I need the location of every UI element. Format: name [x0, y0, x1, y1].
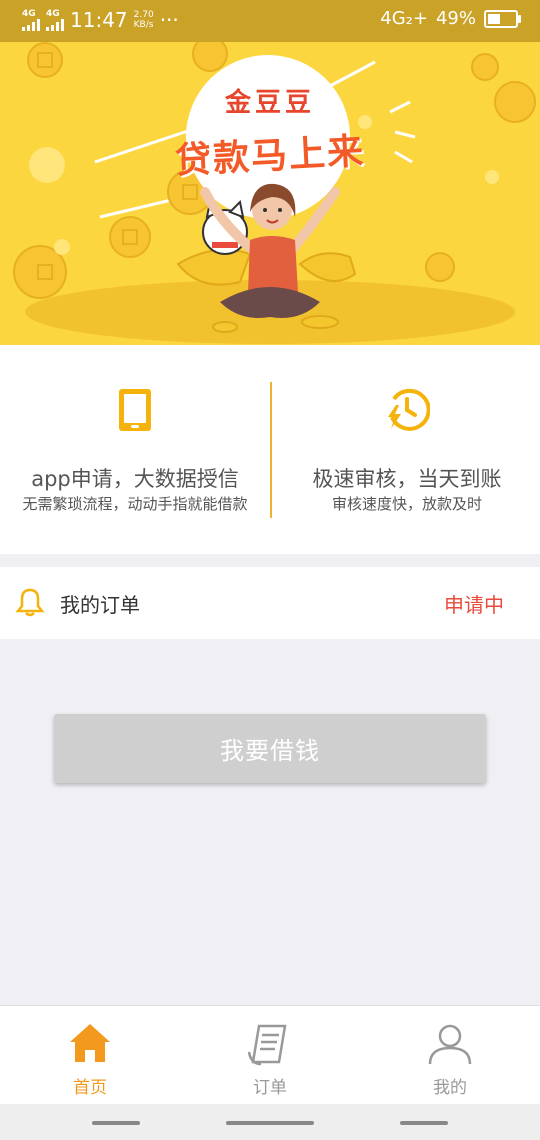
signal-bars-icon — [22, 18, 40, 31]
tab-profile-label: 我的 — [433, 1078, 467, 1098]
phone-icon — [119, 389, 151, 431]
tab-profile[interactable]: 我的 — [360, 1006, 540, 1105]
feature-divider — [270, 382, 272, 518]
user-icon — [428, 1024, 472, 1065]
feature-app-apply: app申请，大数据授信 无需繁琐流程，动动手指就能借款 — [0, 345, 270, 554]
clock-lightning-icon — [388, 388, 430, 431]
feature-subtitle: 无需繁琐流程，动动手指就能借款 — [22, 495, 248, 513]
tab-orders[interactable]: 订单 — [180, 1006, 360, 1105]
signal-indicator-1: 4G — [22, 8, 40, 31]
feature-title: 极速审核，当天到账 — [312, 467, 502, 491]
status-left: 4G 4G 11:47 2.70 KB/s ··· — [22, 8, 179, 32]
banner-brand: 金豆豆 — [224, 88, 315, 118]
speed-value: 2.70 — [133, 10, 154, 20]
more-dots: ··· — [159, 8, 179, 32]
feature-fast-review: 极速审核，当天到账 审核速度快，放款及时 — [272, 345, 540, 554]
battery-percent: 49% — [435, 8, 476, 29]
tab-bar: 首页 订单 我的 — [0, 1005, 540, 1105]
status-time: 11:47 — [70, 8, 128, 32]
feature-subtitle: 审核速度快，放款及时 — [331, 495, 482, 513]
tab-home[interactable]: 首页 — [0, 1006, 180, 1105]
system-nav-bar — [0, 1104, 540, 1140]
signal-indicator-2: 4G — [46, 8, 64, 31]
tab-home-label: 首页 — [73, 1078, 107, 1098]
home-icon — [70, 1024, 110, 1062]
feature-title: app申请，大数据授信 — [31, 467, 239, 491]
signal-2-label: 4G — [46, 8, 60, 19]
receipt-icon — [247, 1024, 287, 1066]
status-right: 4G₂+ 49% — [380, 8, 521, 29]
promo-banner[interactable]: 金豆豆 贷款马上来 — [0, 42, 540, 345]
speed-unit: KB/s — [133, 20, 154, 30]
order-status: 申请中 — [444, 593, 504, 617]
nav-menu-button[interactable] — [92, 1121, 140, 1125]
nav-back-button[interactable] — [400, 1121, 448, 1125]
signal-bars-icon — [46, 18, 64, 31]
borrow-button[interactable]: 我要借钱 — [54, 714, 486, 783]
status-bar: 4G 4G 11:47 2.70 KB/s ··· 4G₂+ 49% — [0, 0, 540, 42]
signal-1-label: 4G — [22, 8, 36, 19]
tab-orders-label: 订单 — [253, 1078, 287, 1098]
battery-icon — [484, 9, 521, 28]
bell-icon — [15, 588, 45, 617]
network-speed: 2.70 KB/s — [134, 10, 154, 30]
network-type: 4G₂+ — [380, 8, 428, 29]
order-title: 我的订单 — [60, 593, 140, 617]
my-order-row[interactable]: 我的订单 申请中 — [0, 567, 540, 639]
nav-home-button[interactable] — [226, 1121, 314, 1125]
